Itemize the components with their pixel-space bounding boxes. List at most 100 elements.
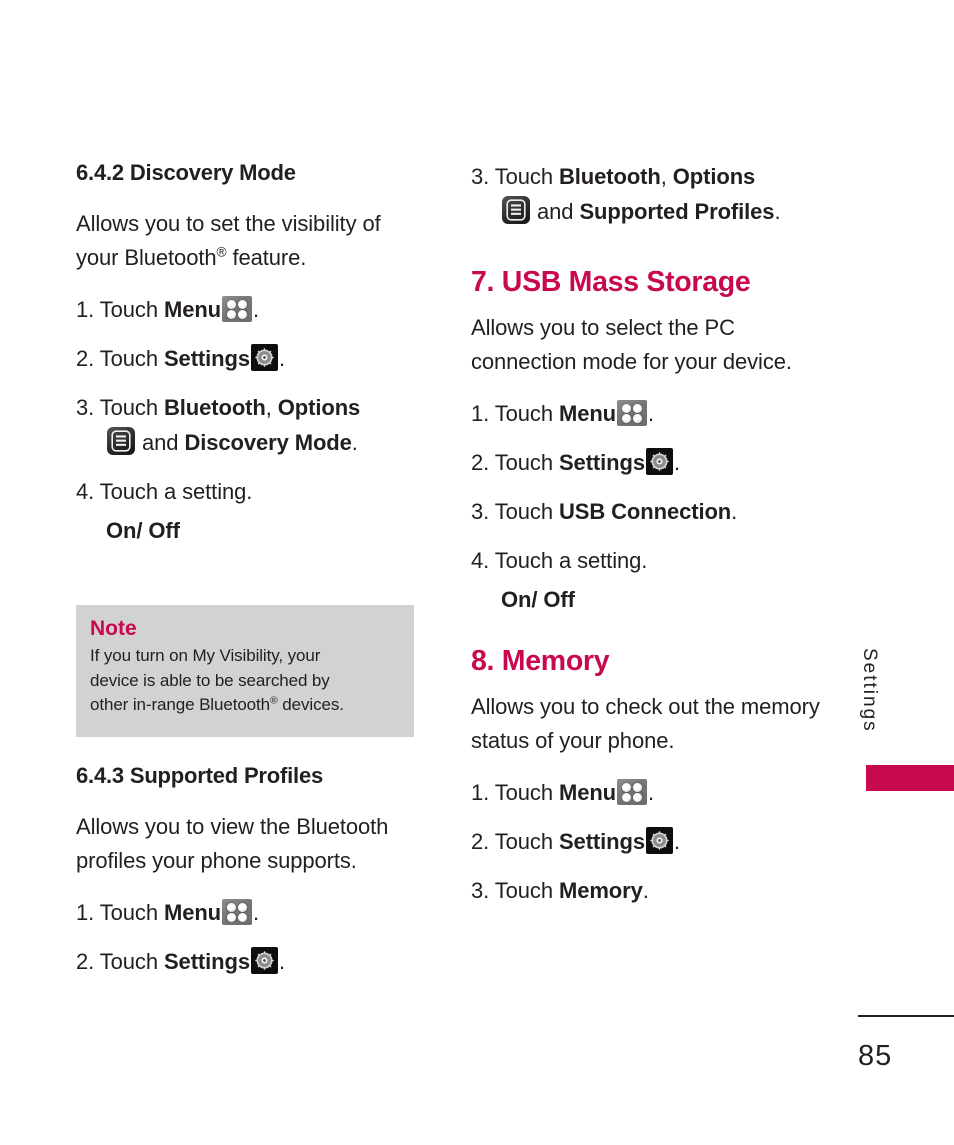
step-tail: .	[774, 199, 781, 224]
step-discovery-2: 2. Touch Settings.	[76, 342, 426, 375]
step-tail: .	[648, 779, 655, 805]
side-tab-settings: Settings	[858, 648, 898, 758]
step-number: 3. Touch	[471, 498, 559, 524]
step-term: Settings	[163, 346, 250, 372]
step-term: Options	[672, 164, 756, 189]
step-number: 2. Touch	[471, 828, 559, 854]
note-title: Note	[90, 617, 137, 640]
step-term: Settings	[558, 449, 645, 475]
step-term: Memory	[558, 877, 643, 903]
step-term: Options	[277, 395, 361, 421]
step-term: Settings	[163, 949, 250, 975]
desc-line-1: Allows you to check out the	[471, 693, 735, 719]
note-box: Note If you turn on My Visibility, your d…	[76, 605, 414, 737]
note-line-3a: other in-range Bluetooth	[90, 695, 271, 715]
right-column: 3. Touch Bluetooth, Options and Supporte…	[471, 160, 821, 923]
heading-supported-profiles: 6.4.3 Supported Profiles	[76, 763, 324, 788]
desc-line-3: feature.	[226, 245, 307, 271]
step-term: Menu	[558, 779, 617, 805]
heading-usb-mass-storage: 7. USB Mass Storage	[471, 266, 751, 298]
option-values-discovery: On/ Off	[106, 518, 180, 544]
step-number: 2. Touch	[471, 449, 559, 475]
step-tail: .	[642, 877, 649, 903]
description-memory: Allows you to check out the memory statu…	[471, 690, 821, 758]
step-memory-1: 1. Touch Menu.	[471, 776, 821, 809]
step-number: 1. Touch	[471, 400, 559, 426]
description-discovery-mode: Allows you to set the visibility of your…	[76, 207, 426, 275]
registered-mark-icon: ®	[216, 245, 227, 261]
note-line-3b: devices.	[277, 695, 344, 715]
step-profiles-2: 2. Touch Settings.	[76, 945, 426, 978]
step-tail: .	[731, 498, 738, 524]
step-tail: .	[278, 346, 285, 372]
heading-discovery-mode: 6.4.2 Discovery Mode	[76, 160, 296, 185]
footer-rule	[858, 1015, 954, 1017]
desc-line-1: Allows you to view the Bluetooth	[76, 814, 389, 840]
step-discovery-1: 1. Touch Menu.	[76, 293, 426, 326]
step-profiles-1: 1. Touch Menu.	[76, 896, 426, 929]
step-tail: .	[351, 430, 358, 456]
step-continuation: and Supported Profiles.	[471, 195, 821, 228]
step-number: 4. Touch a setting.	[471, 547, 648, 573]
menu-grid-icon	[617, 778, 648, 805]
step-profiles-3-continued: 3. Touch Bluetooth, Options and Supporte…	[471, 160, 821, 228]
manual-page: 6.4.2 Discovery Mode Allows you to set t…	[0, 0, 954, 1145]
step-number: 1. Touch	[471, 779, 559, 805]
step-term: Discovery Mode	[184, 430, 352, 456]
step-number: 2. Touch	[76, 346, 164, 372]
step-number: 1. Touch	[76, 900, 164, 926]
step-term: Menu	[163, 900, 222, 926]
step-term: Menu	[558, 400, 617, 426]
step-usb-2: 2. Touch Settings.	[471, 446, 821, 479]
desc-line-2: your Bluetooth	[76, 245, 217, 271]
step-term: Settings	[558, 828, 645, 854]
step-tail: .	[673, 828, 680, 854]
step-number: 2. Touch	[76, 949, 164, 975]
left-column-lower: 6.4.3 Supported Profiles Allows you to v…	[76, 763, 426, 994]
step-term: Bluetooth	[163, 395, 266, 421]
step-discovery-3: 3. Touch Bluetooth, Options and Discover…	[76, 391, 426, 459]
step-tail: .	[648, 400, 655, 426]
left-column: 6.4.2 Discovery Mode Allows you to set t…	[76, 160, 426, 562]
step-term: Supported Profiles	[579, 199, 775, 224]
step-tail: .	[253, 900, 260, 926]
step-usb-4: 4. Touch a setting.	[471, 544, 821, 577]
step-discovery-4: 4. Touch a setting.	[76, 475, 426, 508]
step-tail: .	[253, 297, 260, 323]
options-list-icon	[502, 196, 530, 224]
menu-grid-icon	[222, 296, 253, 323]
desc-line-2: profiles your phone supports.	[76, 848, 357, 874]
step-sep: ,	[660, 164, 673, 189]
heading-memory: 8. Memory	[471, 644, 610, 677]
step-conjunction: and	[136, 430, 185, 456]
step-term: Menu	[163, 297, 222, 323]
gear-icon	[645, 826, 673, 854]
step-number: 4. Touch a setting.	[76, 479, 253, 505]
step-conjunction: and	[531, 199, 580, 224]
description-supported-profiles: Allows you to view the Bluetooth profile…	[76, 810, 426, 878]
step-number: 3. Touch	[471, 877, 559, 903]
step-usb-3: 3. Touch USB Connection.	[471, 495, 821, 528]
note-line-2: device is able to be searched by	[90, 670, 330, 690]
option-values-usb: On/ Off	[501, 586, 575, 612]
step-number: 1. Touch	[76, 297, 164, 323]
desc-line-3: device.	[722, 348, 792, 374]
step-continuation: and Discovery Mode.	[76, 426, 426, 459]
description-usb-mass-storage: Allows you to select the PC connection m…	[471, 311, 821, 379]
desc-line-1: Allows you to select the PC	[471, 314, 735, 340]
page-number: 85	[858, 1040, 893, 1072]
step-number: 3. Touch	[471, 164, 559, 189]
step-memory-3: 3. Touch Memory.	[471, 874, 821, 907]
note-line-1: If you turn on My Visibility, your	[90, 646, 321, 666]
step-tail: .	[673, 449, 680, 475]
menu-grid-icon	[617, 399, 648, 426]
gear-icon	[645, 447, 673, 475]
step-memory-2: 2. Touch Settings.	[471, 825, 821, 858]
step-term: USB Connection	[558, 498, 732, 524]
side-tab-accent-bar	[866, 765, 954, 791]
step-sep: ,	[265, 395, 278, 421]
gear-icon	[250, 947, 278, 975]
step-tail: .	[278, 949, 285, 975]
gear-icon	[250, 344, 278, 372]
step-term: Bluetooth	[558, 164, 661, 189]
